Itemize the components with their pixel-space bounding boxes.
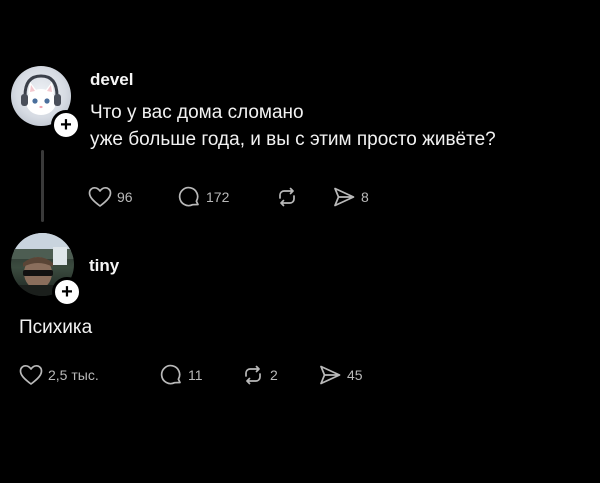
post-actions: 2,5 тыс. 11 2 45 [19, 362, 399, 388]
share-count: 8 [361, 189, 369, 205]
like-button[interactable]: 96 [88, 184, 133, 210]
like-button[interactable]: 2,5 тыс. [19, 362, 99, 388]
comment-button[interactable]: 11 [159, 362, 203, 388]
repost-icon [279, 187, 295, 207]
comment-button[interactable]: 172 [177, 184, 229, 210]
like-count: 96 [117, 189, 133, 205]
comment-icon [160, 364, 181, 385]
share-count: 45 [347, 367, 363, 383]
heart-icon [19, 364, 43, 385]
post-text-line: уже больше года, и вы с этим просто живё… [90, 129, 496, 150]
repost-button[interactable]: 2 [241, 362, 278, 388]
post-text-line: Что у вас дома сломано [90, 102, 304, 123]
comment-icon [178, 186, 199, 207]
send-icon [334, 187, 355, 207]
thread-line [41, 150, 44, 222]
post-text: Психика [19, 317, 93, 338]
post-text: Что у вас дома сломано уже больше года, … [90, 99, 590, 153]
username[interactable]: tiny [89, 256, 119, 276]
heart-icon [88, 186, 112, 207]
comment-count: 11 [188, 367, 203, 383]
share-button[interactable]: 45 [318, 362, 363, 388]
post-actions: 96 172 8 [88, 184, 408, 210]
repost-icon [245, 365, 261, 385]
send-icon [320, 365, 341, 385]
share-button[interactable]: 8 [332, 184, 369, 210]
follow-plus-icon[interactable]: + [51, 110, 81, 140]
username[interactable]: devel [90, 70, 133, 90]
follow-plus-icon[interactable]: + [52, 277, 82, 307]
like-count: 2,5 тыс. [48, 367, 99, 383]
comment-count: 172 [206, 189, 230, 205]
repost-count: 2 [270, 367, 278, 383]
repost-button[interactable] [275, 184, 304, 210]
